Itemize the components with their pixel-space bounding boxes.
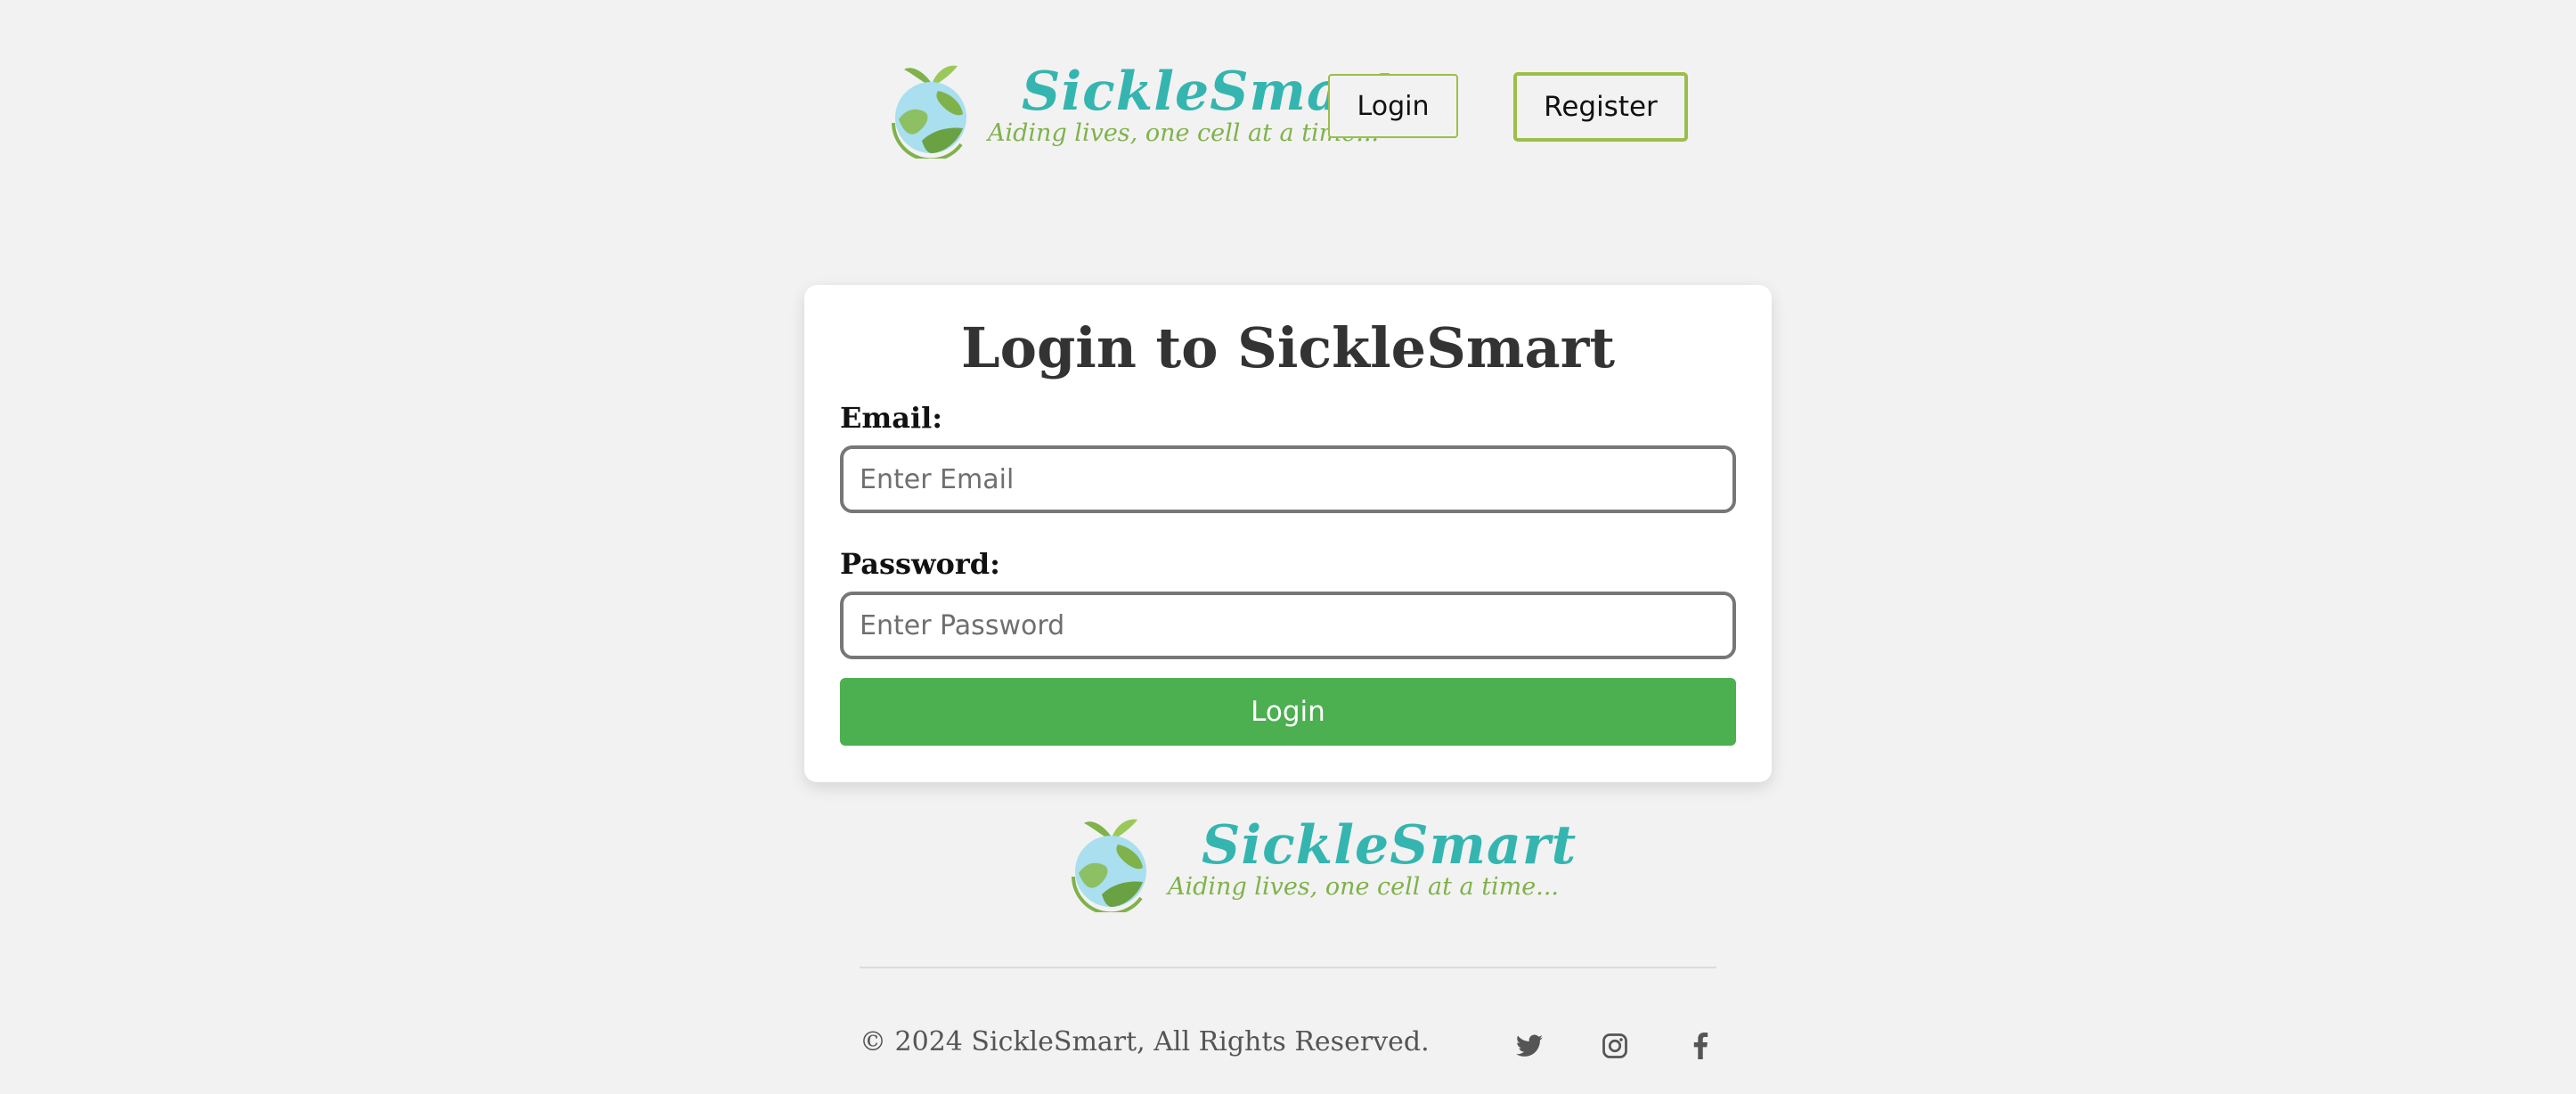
instagram-icon[interactable] [1599,1030,1631,1062]
email-field[interactable] [840,445,1736,513]
page-title: Login to SickleSmart [961,315,1615,380]
login-submit-button[interactable]: Login [840,678,1736,746]
site-header: SickleSmart Aiding lives, one cell at a … [886,55,1688,162]
footer-brand-name: SickleSmart [1202,814,1577,877]
globe-leaf-logo-icon [1072,819,1146,912]
footer-divider [860,967,1716,968]
twitter-icon[interactable] [1513,1030,1545,1062]
header-logo[interactable]: SickleSmart Aiding lives, one cell at a … [886,55,1396,162]
login-card: Login to SickleSmart Email: Password: Lo… [804,285,1772,782]
password-label: Password: [840,547,1000,581]
nav-login-button[interactable]: Login [1328,74,1458,138]
globe-leaf-logo-icon [892,65,966,159]
nav-register-button[interactable]: Register [1513,72,1688,142]
brand-tagline: Aiding lives, one cell at a time... [988,119,1380,147]
footer-logo[interactable]: SickleSmart Aiding lives, one cell at a … [1066,809,1576,916]
password-field[interactable] [840,592,1736,659]
email-label: Email: [840,401,943,435]
copyright-text: © 2024 SickleSmart, All Rights Reserved. [860,1026,1430,1057]
footer-brand-tagline: Aiding lives, one cell at a time... [1168,873,1560,901]
facebook-icon[interactable] [1684,1030,1716,1062]
